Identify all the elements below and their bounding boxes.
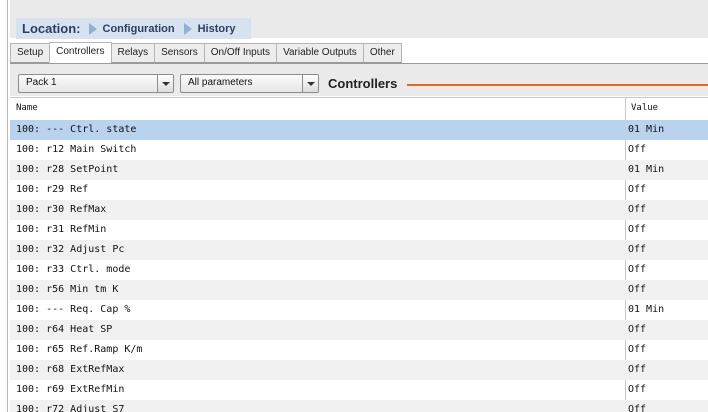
chevron-down-icon[interactable]	[302, 75, 318, 92]
breadcrumb-arrow-icon	[88, 22, 97, 35]
parameter-value: Off	[628, 324, 647, 335]
parameter-value: Off	[628, 184, 647, 195]
parameter-value: 01 Min	[628, 164, 665, 175]
parameter-name: 100: r30 RefMax	[16, 204, 107, 215]
parameter-value: Off	[628, 224, 647, 235]
chevron-down-icon[interactable]	[157, 75, 173, 92]
tab-sensors[interactable]: Sensors	[154, 43, 205, 63]
table-row[interactable]: 100: r29 Ref Off	[10, 180, 708, 200]
table-row[interactable]: 100: r32 Adjust Pc Off	[10, 240, 708, 260]
parameter-name: 100: r69 ExtRefMin	[16, 384, 125, 395]
parameter-value: Off	[628, 364, 647, 375]
table-row[interactable]: 100: r33 Ctrl. mode Off	[10, 260, 708, 280]
parameter-value: Off	[628, 284, 647, 295]
parameter-value: Off	[628, 204, 647, 215]
toolbar: Pack 1 All parameters Controllers	[10, 63, 708, 96]
parameter-name: 100: --- Req. Cap %	[16, 304, 131, 315]
parameter-name: 100: r12 Main Switch	[16, 144, 137, 155]
parameter-name: 100: r28 SetPoint	[16, 164, 119, 175]
parameter-select[interactable]: All parameters	[180, 74, 319, 93]
parameter-name: 100: r33 Ctrl. mode	[16, 264, 131, 275]
table-body: 100: --- Ctrl. state 01 Min 100: r12 Main …	[10, 120, 708, 412]
parameter-name: 100: r56 Min tm K	[16, 284, 119, 295]
table-row[interactable]: 100: r31 RefMin Off	[10, 220, 708, 240]
pack-select-value: Pack 1	[26, 77, 57, 88]
table-row[interactable]: 100: r64 Heat SP Off	[10, 320, 708, 340]
breadcrumb: Location: Configuration History	[16, 18, 251, 39]
table-row[interactable]: 100: r68 ExtRefMax Off	[10, 360, 708, 380]
parameter-name: 100: r72 Adjust S7	[16, 404, 125, 412]
breadcrumb-arrow-icon	[183, 22, 192, 35]
parameter-name: 100: r31 RefMin	[16, 224, 107, 235]
table-row[interactable]: 100: r12 Main Switch Off	[10, 140, 708, 160]
table-row[interactable]: 100: r56 Min tm K Off	[10, 280, 708, 300]
parameter-name: 100: r32 Adjust Pc	[16, 244, 125, 255]
column-header-value[interactable]: Value	[631, 103, 658, 113]
tab-setup[interactable]: Setup	[10, 43, 51, 63]
tab-controllers[interactable]: Controllers	[49, 42, 112, 63]
top-bar: Location: Configuration History	[10, 0, 708, 39]
parameter-value: Off	[628, 344, 647, 355]
table-row[interactable]: 100: r30 RefMax Off	[10, 200, 708, 220]
parameter-select-value: All parameters	[188, 77, 253, 88]
table-row[interactable]: 100: r28 SetPoint 01 Min	[10, 160, 708, 180]
tab-other[interactable]: Other	[362, 43, 402, 63]
table-header: Name Value	[10, 97, 708, 121]
table-row[interactable]: 100: r69 ExtRefMin Off	[10, 380, 708, 400]
table-row[interactable]: 100: r72 Adjust S7 Off	[10, 400, 708, 412]
tab-onoff-inputs[interactable]: On/Off Inputs	[203, 43, 278, 63]
parameter-value: Off	[628, 404, 647, 412]
breadcrumb-item-history[interactable]: History	[198, 23, 236, 35]
breadcrumb-item-configuration[interactable]: Configuration	[103, 23, 175, 35]
table-row[interactable]: 100: --- Ctrl. state 01 Min	[10, 120, 708, 140]
parameter-value: Off	[628, 144, 647, 155]
tab-bar: Setup Controllers Relays Sensors On/Off …	[10, 42, 402, 63]
parameter-value: 01 Min	[628, 124, 665, 135]
parameter-value: Off	[628, 384, 647, 395]
panel-title: Controllers	[328, 76, 398, 91]
table-row[interactable]: 100: --- Req. Cap % 01 Min	[10, 300, 708, 320]
accent-divider	[407, 84, 708, 86]
parameter-name: 100: r64 Heat SP	[16, 324, 113, 335]
table-row[interactable]: 100: r65 Ref.Ramp K/m Off	[10, 340, 708, 360]
parameter-name: 100: --- Ctrl. state	[16, 124, 137, 135]
parameter-value: Off	[628, 244, 647, 255]
parameter-value: 01 Min	[628, 304, 665, 315]
parameter-name: 100: r65 Ref.Ramp K/m	[16, 344, 143, 355]
tab-relays[interactable]: Relays	[110, 43, 156, 63]
parameter-name: 100: r29 Ref	[16, 184, 89, 195]
tab-variable-outputs[interactable]: Variable Outputs	[276, 43, 364, 63]
location-label: Location:	[22, 21, 81, 36]
parameter-name: 100: r68 ExtRefMax	[16, 364, 125, 375]
parameter-value: Off	[628, 264, 647, 275]
column-header-name[interactable]: Name	[16, 103, 38, 113]
app-frame: Location: Configuration History Setup Co…	[7, 0, 708, 412]
pack-select[interactable]: Pack 1	[18, 74, 174, 93]
